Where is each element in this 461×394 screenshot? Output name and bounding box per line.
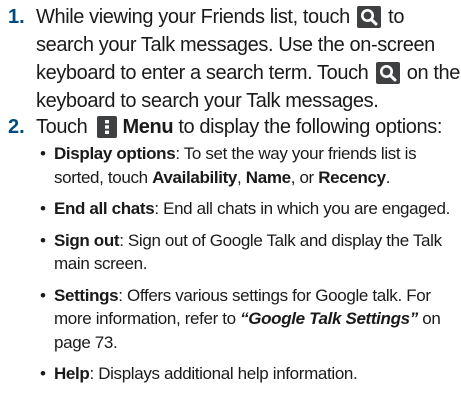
list-item: End all chats: End all chats in which yo… bbox=[40, 197, 461, 221]
option-term: End all chats bbox=[54, 199, 155, 218]
options-list: Display options: To set the way your fri… bbox=[40, 142, 461, 394]
choice-recency: Recency bbox=[318, 167, 386, 187]
option-term: Settings bbox=[54, 285, 119, 305]
menu-icon bbox=[96, 116, 117, 138]
choice-availability: Availability bbox=[152, 167, 238, 187]
option-text: : End all chats in which you are engaged… bbox=[154, 199, 450, 218]
list-item: Help: Displays additional help informati… bbox=[40, 362, 461, 386]
choice-name: Name bbox=[245, 167, 291, 187]
option-term: Help bbox=[54, 364, 90, 383]
search-icon bbox=[357, 6, 381, 28]
step-text-part: Touch bbox=[36, 116, 88, 138]
step-number: 2. bbox=[8, 116, 25, 138]
list-item: Display options: To set the way your fri… bbox=[40, 142, 461, 189]
search-icon bbox=[375, 62, 400, 84]
option-term: Sign out bbox=[54, 230, 120, 250]
step-text: While viewing your Friends list, touch t… bbox=[36, 3, 461, 115]
separator: , or bbox=[290, 167, 319, 187]
separator: , bbox=[237, 167, 246, 187]
menu-label: Menu bbox=[122, 116, 174, 138]
cross-reference: “Google Talk Settings” bbox=[240, 309, 418, 328]
list-item: Sign out: Sign out of Google Talk and di… bbox=[40, 229, 461, 276]
option-term: Display options bbox=[54, 144, 176, 163]
option-text: : Displays additional help information. bbox=[89, 364, 358, 383]
step-text-part: to display the following options: bbox=[178, 116, 442, 138]
step-text: Touch Menu to display the following opti… bbox=[36, 113, 461, 141]
step-text-part: While viewing your Friends list, touch bbox=[36, 6, 350, 28]
list-item: Settings: Offers various settings for Go… bbox=[40, 284, 461, 355]
option-end: . bbox=[385, 167, 391, 187]
step-number: 1. bbox=[8, 6, 25, 28]
